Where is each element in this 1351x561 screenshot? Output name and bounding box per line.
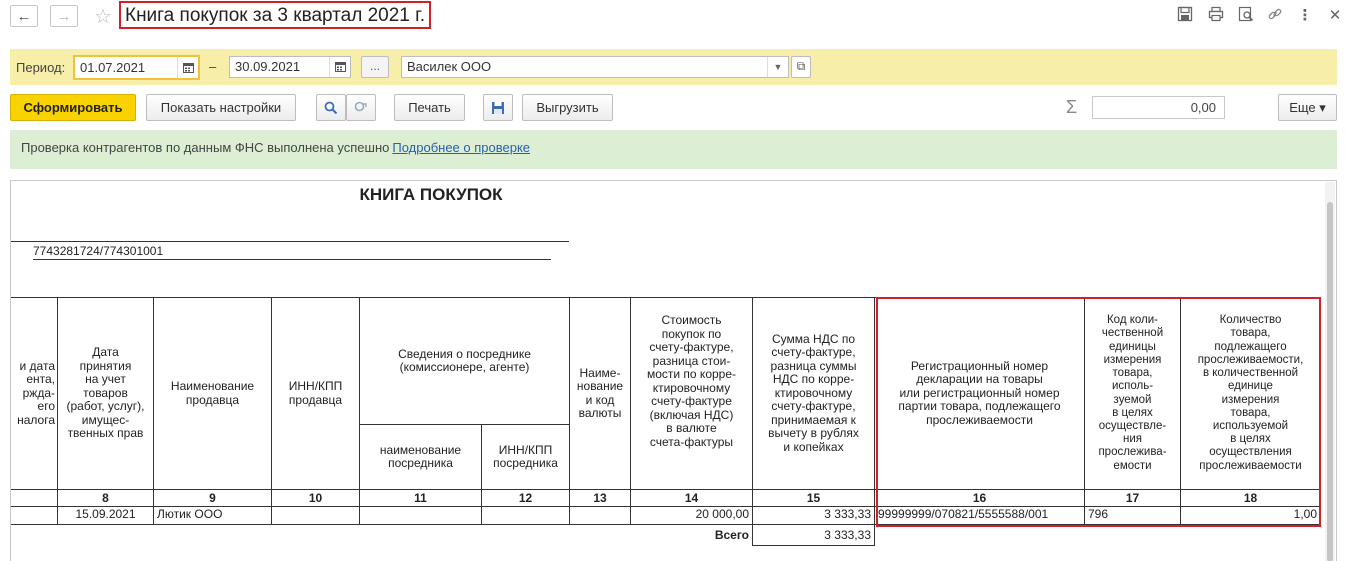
close-icon[interactable]: ✕ — [1325, 6, 1345, 26]
total-label: Всего — [714, 528, 749, 542]
print-button[interactable]: Печать — [394, 94, 465, 121]
column-number: 8 — [102, 491, 109, 505]
row-purchase-cost: 20 000,00 — [695, 507, 749, 521]
back-button[interactable]: ← — [10, 5, 38, 27]
favorite-star-icon[interactable]: ☆ — [94, 4, 112, 29]
period-select-button[interactable]: ... — [361, 56, 389, 78]
search-button[interactable] — [316, 94, 346, 121]
header-purchase-cost: Стоимость покупок по счету-фактуре, разн… — [646, 313, 737, 449]
row-vat-amount: 3 333,33 — [824, 507, 871, 521]
header-intermediary: Сведения о посреднике (комиссионере, аге… — [398, 346, 531, 374]
divider — [11, 241, 569, 242]
check-status-message: Проверка контрагентов по данным ФНС выпо… — [10, 130, 1337, 169]
header-currency: Наиме- нование и код валюты — [576, 365, 624, 420]
more-button[interactable]: Еще ▾ — [1278, 94, 1337, 121]
column-number: 12 — [518, 491, 533, 505]
sigma-icon: Σ — [1066, 97, 1078, 117]
arrow-right-icon: → — [56, 7, 72, 25]
selection-sum-field[interactable]: 0,00 — [1092, 96, 1225, 119]
open-organization-button[interactable]: ⧉ — [791, 56, 811, 78]
floppy-icon — [492, 102, 504, 114]
traceability-columns-highlight — [876, 297, 1321, 527]
report-spreadsheet[interactable]: КНИГА ПОКУПОК 7743281724/774301001 и дат… — [10, 180, 1337, 561]
search-next-icon — [354, 101, 367, 112]
check-details-link[interactable]: Подробнее о проверке — [392, 140, 530, 155]
search-next-button[interactable] — [346, 94, 376, 121]
column-number: 10 — [308, 491, 323, 505]
filter-panel: Период: 01.07.2021 – 30.09.2021 ... Васи… — [10, 49, 1337, 85]
save-report-button[interactable] — [483, 94, 513, 121]
column-number: 11 — [414, 491, 427, 505]
header-intermediary-name: наименование посредника — [379, 442, 462, 470]
forward-button[interactable]: → — [50, 5, 78, 27]
company-inn-kpp: 7743281724/774301001 — [33, 244, 164, 258]
link-icon[interactable] — [1265, 6, 1285, 26]
column-number: 13 — [593, 491, 607, 505]
date-separator: – — [209, 59, 217, 74]
generate-button[interactable]: Сформировать — [10, 94, 136, 121]
header-seller-inn: ИНН/КПП продавца — [288, 379, 343, 407]
vertical-scrollbar[interactable] — [1325, 182, 1335, 561]
header-vat-amount: Сумма НДС по счету-фактуре, разница сумм… — [768, 331, 859, 454]
scrollbar-thumb[interactable] — [1327, 202, 1333, 561]
header-acceptance-date: Дата принятия на учет товаров (работ, ус… — [66, 345, 145, 441]
open-icon: ⧉ — [796, 59, 806, 73]
header-intermediary-inn: ИНН/КПП посредника — [493, 442, 558, 470]
show-settings-button[interactable]: Показать настройки — [146, 94, 296, 121]
header-seller-name: Наименование продавца — [170, 379, 255, 407]
chevron-down-icon[interactable]: ▼ — [767, 57, 788, 77]
report-title: КНИГА ПОКУПОК — [359, 185, 503, 204]
date-from-field[interactable]: 01.07.2021 — [73, 55, 200, 80]
row-seller-name: Лютик ООО — [157, 507, 223, 521]
print-icon[interactable] — [1206, 6, 1226, 26]
search-icon — [324, 101, 338, 115]
check-status-text: Проверка контрагентов по данным ФНС выпо… — [21, 140, 390, 155]
date-to-field[interactable]: 30.09.2021 — [229, 56, 351, 78]
total-vat-value: 3 333,33 — [824, 528, 871, 542]
calendar-icon[interactable] — [329, 57, 350, 77]
row-acceptance-date: 15.09.2021 — [75, 507, 136, 521]
save-icon[interactable] — [1175, 6, 1195, 26]
calendar-icon[interactable] — [177, 57, 198, 78]
preview-icon[interactable] — [1236, 6, 1256, 26]
column-number: 9 — [209, 491, 216, 505]
organization-select[interactable]: Василек ООО ▼ — [401, 56, 789, 78]
page-title: Книга покупок за 3 квартал 2021 г. — [119, 1, 432, 29]
export-button[interactable]: Выгрузить — [522, 94, 613, 121]
period-label: Период: — [16, 60, 66, 75]
divider — [33, 259, 551, 260]
arrow-left-icon: ← — [16, 7, 32, 25]
column-number: 15 — [806, 491, 821, 505]
more-vertical-icon[interactable]: ⋮ — [1295, 6, 1315, 26]
column-number: 14 — [684, 491, 699, 505]
header-invoice-date: и дата ента, ржда- его налога — [17, 358, 55, 427]
